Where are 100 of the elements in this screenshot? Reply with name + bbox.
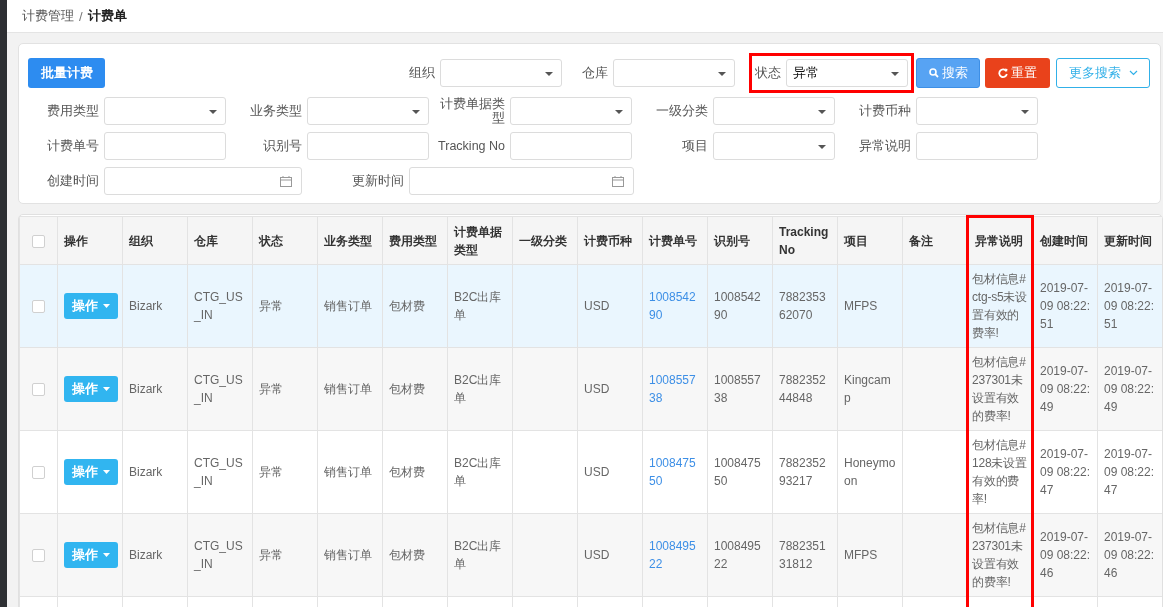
- caret-icon: [891, 72, 899, 76]
- table-cell: B2C出库单: [454, 456, 502, 488]
- filter-label: 仓库: [582, 64, 608, 82]
- column-header: 计费币种: [584, 233, 632, 248]
- filter-label: 费用类型: [46, 104, 100, 118]
- table-cell: CTG_US_IN: [194, 539, 243, 571]
- column-header: 状态: [259, 233, 283, 248]
- more-search-button[interactable]: 更多搜索: [1056, 58, 1150, 88]
- select-field[interactable]: [440, 59, 562, 87]
- action-dropdown-button[interactable]: 操作: [64, 376, 118, 402]
- table-cell: 销售订单: [324, 382, 372, 396]
- column-header: 创建时间: [1040, 233, 1088, 248]
- filter-label: 异常说明: [858, 139, 912, 153]
- table-cell: Bizark: [129, 382, 163, 396]
- caret-icon: [818, 145, 826, 149]
- input-field[interactable]: [510, 132, 632, 160]
- column-header: 一级分类: [519, 233, 567, 248]
- input-field[interactable]: [104, 132, 226, 160]
- table-cell: USD: [584, 465, 610, 479]
- filter-label: Tracking No: [437, 139, 506, 153]
- select-field[interactable]: [510, 97, 632, 125]
- date-field[interactable]: [409, 167, 634, 195]
- filter-label: 计费单据类型: [439, 97, 506, 125]
- table-cell: 100849522: [714, 539, 761, 571]
- filter-label: 计费单号: [46, 139, 100, 153]
- column-header: 备注: [909, 233, 933, 248]
- select-value: 异常: [793, 64, 819, 82]
- table-cell: 100855738: [714, 373, 761, 405]
- caret-icon: [209, 110, 217, 114]
- caret-icon: [103, 553, 110, 557]
- select-field[interactable]: [307, 97, 429, 125]
- chevron-down-icon: [1128, 70, 1138, 76]
- column-header: 仓库: [194, 233, 218, 248]
- batch-billing-button[interactable]: 批量计费: [28, 58, 105, 88]
- table-cell: 788235362070: [779, 290, 826, 322]
- column-header: 识别号: [714, 233, 750, 248]
- filter-label: 业务类型: [249, 104, 303, 118]
- column-header: 业务类型: [324, 233, 372, 248]
- input-field[interactable]: [916, 132, 1038, 160]
- table-cell: 2019-07-09 08:22:51: [1104, 281, 1155, 331]
- table-cell: 异常: [259, 465, 283, 479]
- checkbox[interactable]: [32, 383, 45, 397]
- table-cell: 包材信息#ctg-s5未设置有效的费率!: [972, 272, 1028, 340]
- reset-button[interactable]: 重置: [985, 58, 1050, 88]
- action-dropdown-button[interactable]: 操作: [64, 459, 118, 485]
- filter-label: 计费币种: [858, 104, 912, 118]
- caret-icon: [718, 72, 726, 76]
- calendar-icon: [612, 176, 624, 187]
- checkbox[interactable]: [32, 300, 45, 314]
- calendar-icon: [280, 176, 292, 187]
- table-cell: B2C出库单: [454, 373, 502, 405]
- table-cell: B2C出库单: [454, 539, 502, 571]
- table-cell: CTG_US_IN: [194, 290, 243, 322]
- checkbox[interactable]: [32, 549, 45, 563]
- table-cell: 2019-07-09 08:22:49: [1040, 364, 1091, 414]
- column-header: 组织: [129, 233, 153, 248]
- input-field[interactable]: [307, 132, 429, 160]
- table-cell: 788235131812: [779, 539, 826, 571]
- breadcrumb-item: 计费单: [87, 7, 127, 25]
- table-cell: USD: [584, 299, 610, 313]
- table-cell: 异常: [259, 299, 283, 313]
- select-field[interactable]: [916, 97, 1038, 125]
- checkbox[interactable]: [32, 234, 45, 248]
- caret-icon: [1021, 110, 1029, 114]
- breadcrumb-separator: /: [79, 8, 83, 24]
- select-field[interactable]: [713, 132, 835, 160]
- action-dropdown-button[interactable]: 操作: [64, 293, 118, 319]
- filter-label: 状态: [755, 64, 781, 82]
- table-cell: USD: [584, 382, 610, 396]
- date-field[interactable]: [104, 167, 302, 195]
- select-field[interactable]: 异常: [786, 59, 908, 87]
- breadcrumb-item[interactable]: 计费管理: [22, 7, 74, 25]
- table-cell: 异常: [259, 382, 283, 396]
- caret-icon: [615, 110, 623, 114]
- checkbox[interactable]: [32, 466, 45, 480]
- table-cell: 包材信息#237301未设置有效的费率!: [972, 355, 1026, 423]
- table-cell: 包材费: [389, 299, 425, 313]
- column-header: 计费单据类型: [454, 224, 502, 257]
- caret-icon: [103, 304, 110, 308]
- select-field[interactable]: [613, 59, 735, 87]
- action-dropdown-button[interactable]: 操作: [64, 542, 118, 568]
- column-header: 操作: [64, 233, 88, 248]
- table-cell: 2019-07-09 08:22:47: [1104, 447, 1155, 497]
- filter-label: 识别号: [262, 139, 303, 153]
- select-field[interactable]: [104, 97, 226, 125]
- filter-label: 创建时间: [46, 174, 100, 188]
- column-header: 费用类型: [389, 233, 437, 248]
- table-cell: CTG_US_IN: [194, 373, 243, 405]
- column-header: 异常说明: [975, 234, 1023, 248]
- table-cell: 788235293217: [779, 456, 826, 488]
- table-cell: MFPS: [844, 548, 878, 562]
- table-cell: 销售订单: [324, 548, 372, 562]
- caret-icon: [412, 110, 420, 114]
- caret-icon: [818, 110, 826, 114]
- search-button[interactable]: 搜索: [916, 58, 980, 88]
- select-field[interactable]: [713, 97, 835, 125]
- table-cell: Bizark: [129, 299, 163, 313]
- table-cell: 2019-07-09 08:22:47: [1040, 447, 1091, 497]
- table-cell: 包材费: [389, 548, 425, 562]
- column-header: Tracking No: [779, 224, 829, 257]
